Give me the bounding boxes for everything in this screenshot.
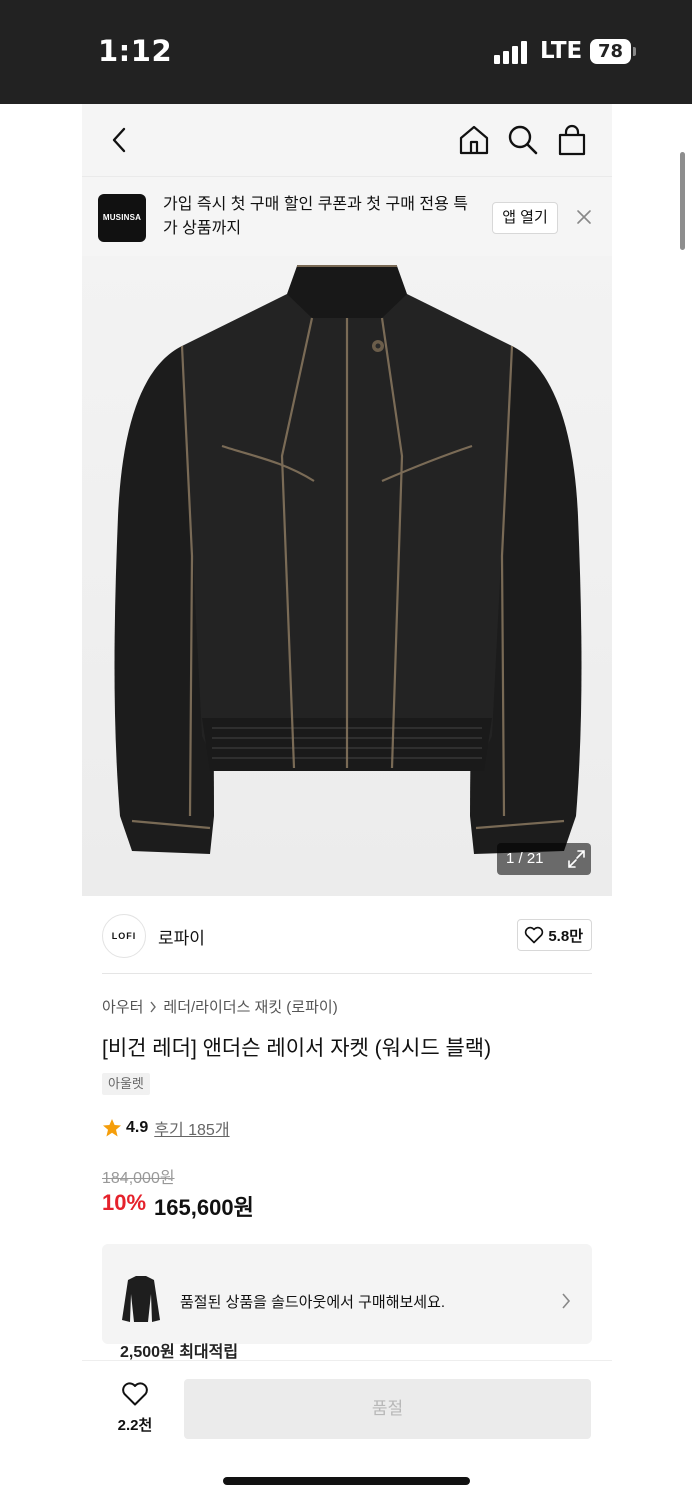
- product-title: [비건 레더] 앤더슨 레이서 자켓 (워시드 블랙): [102, 1037, 492, 1060]
- product-image[interactable]: [82, 256, 612, 896]
- bottom-action-bar: 2.2천 품절: [82, 1360, 612, 1450]
- rating-row: 4.9 후기 185개: [102, 1116, 230, 1140]
- sale-price: 165,600원: [154, 1195, 254, 1220]
- brand-like-button[interactable]: 5.8만: [517, 919, 592, 951]
- discount-rate: 10%: [102, 1190, 147, 1215]
- signal-icon: [494, 40, 530, 64]
- brand-row[interactable]: LOFI 로파이 5.8만: [102, 912, 592, 974]
- wishlist-button[interactable]: 2.2천: [104, 1381, 166, 1435]
- expand-icon[interactable]: [562, 843, 591, 875]
- soldout-message: 품절된 상품을 솔드아웃에서 구매해보세요.: [180, 1294, 446, 1311]
- home-icon[interactable]: [458, 124, 490, 156]
- star-icon: [103, 1119, 121, 1137]
- back-icon[interactable]: [104, 124, 136, 156]
- outlet-tag: 아울렛: [102, 1073, 150, 1095]
- network-label: LTE: [540, 38, 583, 64]
- points-text: 2,500원 최대적립: [120, 1344, 239, 1360]
- chevron-right-icon: [562, 1293, 571, 1309]
- status-time: 1:12: [98, 34, 173, 68]
- sale-price-row: 10% 165,600원: [102, 1190, 254, 1222]
- app-install-banner: MUSINSA 가입 즉시 첫 구매 할인 쿠폰과 첫 구매 전용 특가 상품까…: [82, 176, 612, 256]
- jacket-image: [114, 265, 582, 854]
- breadcrumb-category[interactable]: 아우터: [102, 996, 143, 1017]
- heart-icon: [525, 926, 544, 944]
- close-icon[interactable]: [576, 209, 592, 225]
- soldout-promo-card[interactable]: 품절된 상품을 솔드아웃에서 구매해보세요.: [102, 1244, 592, 1344]
- breadcrumb-subcategory[interactable]: 레더/라이더스 재킷 (로파이): [163, 996, 337, 1017]
- breadcrumb: 아우터 레더/라이더스 재킷 (로파이): [102, 996, 338, 1017]
- top-nav: [82, 104, 612, 176]
- open-app-button[interactable]: 앱 열기: [492, 202, 558, 234]
- rating-score: 4.9: [126, 1119, 149, 1136]
- web-page: MUSINSA 가입 즉시 첫 구매 할인 쿠폰과 첫 구매 전용 특가 상품까…: [82, 104, 612, 1360]
- wishlist-count: 2.2천: [117, 1417, 153, 1434]
- heart-icon: [122, 1382, 148, 1406]
- brand-name[interactable]: 로파이: [158, 924, 205, 949]
- brand-like-count: 5.8만: [548, 927, 583, 945]
- soldout-button[interactable]: 품절: [184, 1379, 591, 1439]
- brand-logo[interactable]: LOFI: [102, 914, 146, 958]
- page-scrollbar[interactable]: [680, 152, 685, 250]
- product-thumbnail: [122, 1276, 160, 1322]
- banner-message: 가입 즉시 첫 구매 할인 쿠폰과 첫 구매 전용 특가 상품까지: [163, 196, 468, 237]
- original-price: 184,000원: [102, 1170, 175, 1187]
- status-bar: 1:12 LTE 78: [0, 0, 692, 104]
- reviews-link[interactable]: 후기 185개: [154, 1116, 229, 1140]
- battery-icon: 78: [590, 39, 631, 64]
- bag-icon[interactable]: [556, 124, 588, 156]
- home-indicator[interactable]: [223, 1477, 470, 1485]
- battery-tip: [633, 47, 636, 56]
- chevron-right-icon: [150, 1001, 157, 1012]
- search-icon[interactable]: [507, 124, 539, 156]
- musinsa-logo: MUSINSA: [98, 194, 146, 242]
